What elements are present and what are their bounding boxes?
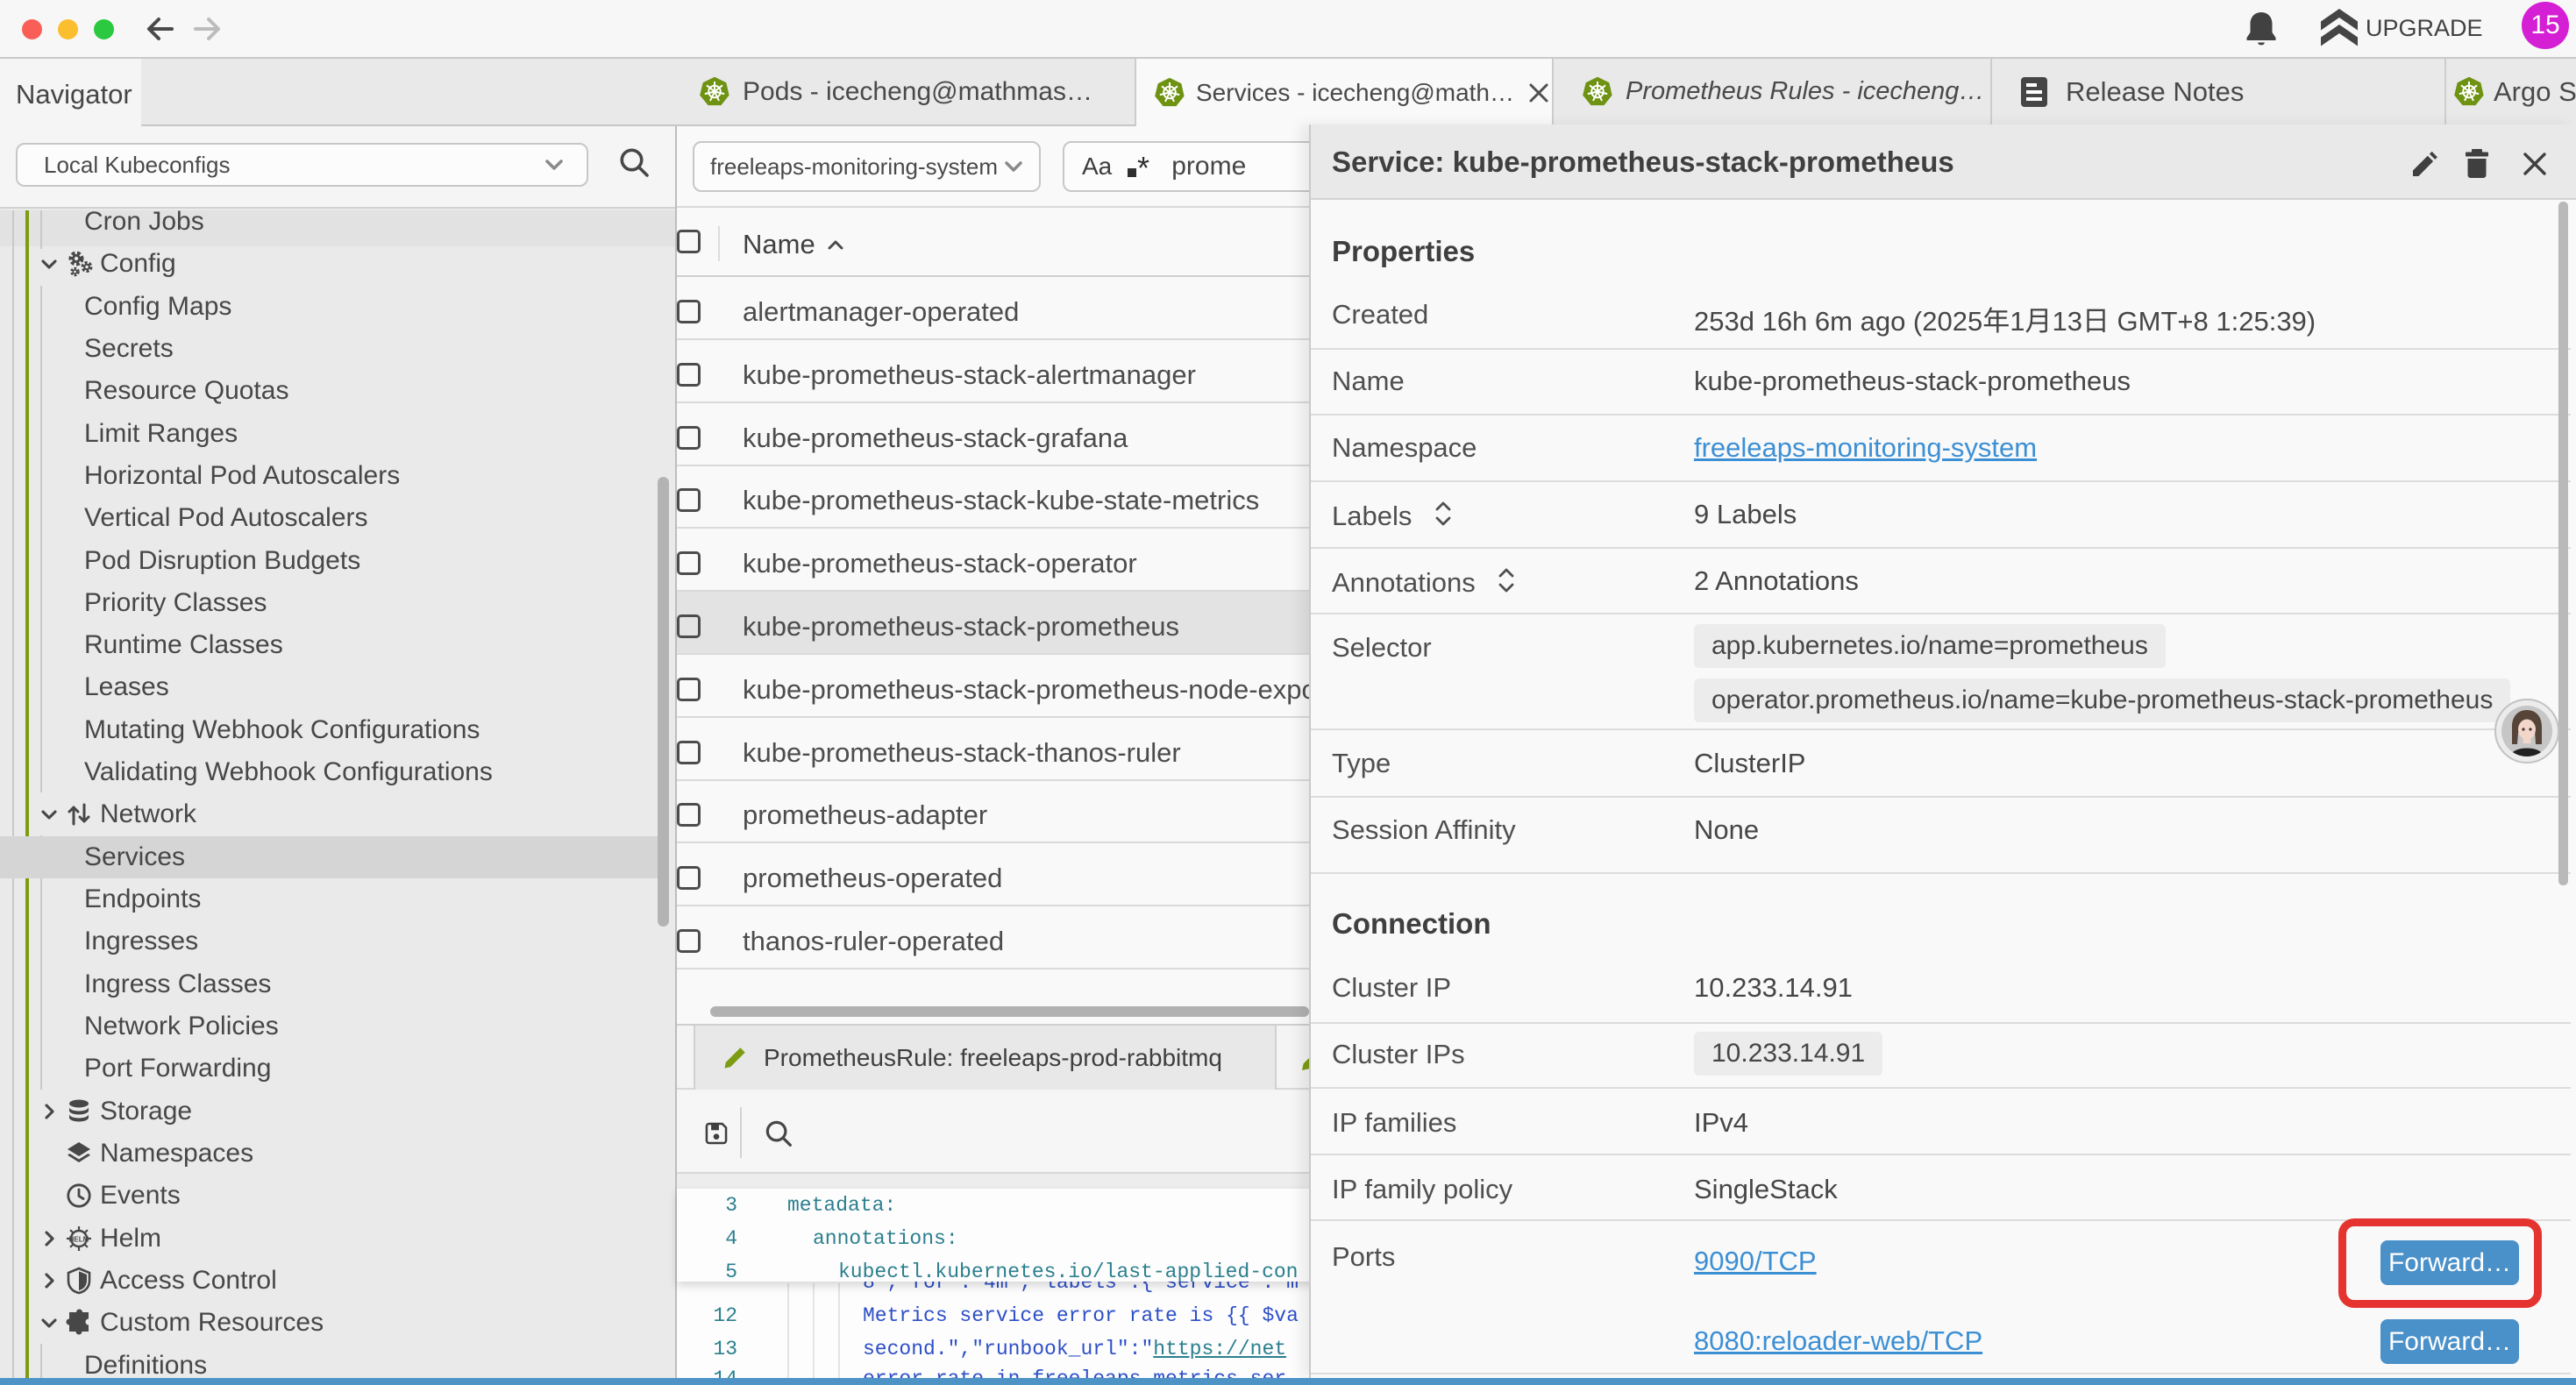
svg-text:*: *: [1137, 151, 1149, 182]
svg-text:HELM: HELM: [69, 1236, 89, 1244]
